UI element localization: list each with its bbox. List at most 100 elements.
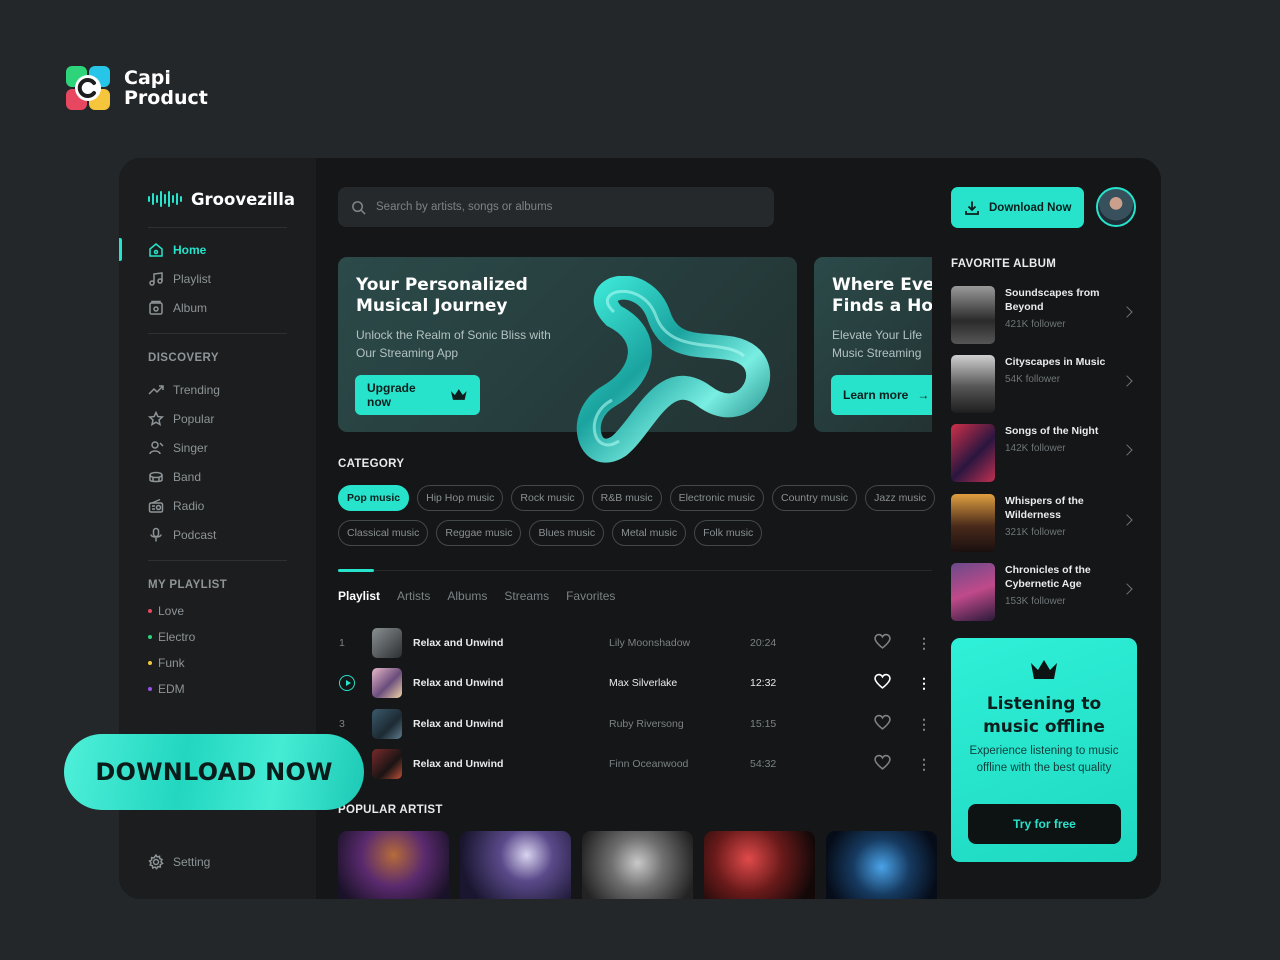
more-vertical-icon[interactable]: ⋮ (917, 717, 931, 731)
chip-folk-music[interactable]: Folk music (694, 520, 763, 546)
sidebar-item-singer[interactable]: Singer (119, 433, 316, 462)
album-cover (951, 563, 995, 621)
search-placeholder: Search by artists, songs or albums (376, 201, 553, 213)
playlist-item-funk[interactable]: Funk (119, 650, 316, 676)
capi-product-brand: Capi Product (66, 66, 208, 110)
playlist-item-love[interactable]: Love (119, 598, 316, 624)
promo-description: Experience listening to music offline wi… (969, 745, 1119, 774)
album-followers: 321K follower (1005, 527, 1066, 538)
playlist-label: Electro (158, 630, 196, 644)
try-for-free-button[interactable]: Try for free (968, 804, 1121, 844)
chip-pop-music[interactable]: Pop music (338, 485, 410, 511)
favorite-album-item[interactable]: Chronicles of the Cybernetic Age 153K fol… (951, 563, 1137, 621)
favorite-album-item[interactable]: Cityscapes in Music 54K follower (951, 355, 1137, 413)
tab-favorites[interactable]: Favorites (566, 589, 615, 603)
sidebar-item-band[interactable]: Band (119, 462, 316, 491)
track-artist: Ruby Riversong (609, 718, 684, 730)
sidebar-item-podcast[interactable]: Podcast (119, 520, 316, 549)
chip-metal-music[interactable]: Metal music (612, 520, 687, 546)
chip-reggae-music[interactable]: Reggae music (436, 520, 522, 546)
tab-albums[interactable]: Albums (447, 589, 487, 603)
heart-icon[interactable] (874, 633, 891, 653)
album-followers: 153K follower (1005, 596, 1066, 607)
chip-country-music[interactable]: Country music (772, 485, 858, 511)
chip-blues-music[interactable]: Blues music (529, 520, 605, 546)
learn-more-banner: Where EverFinds a Hon Elevate Your Life M… (814, 257, 932, 432)
favorite-album-item[interactable]: Soundscapes from Beyond 421K follower (951, 286, 1137, 344)
play-icon[interactable] (339, 675, 355, 691)
album-icon (148, 300, 164, 316)
track-row[interactable]: 1 Relax and Unwind Lily Moonshadow 20:24… (338, 628, 932, 658)
track-thumbnail (372, 749, 402, 779)
banner-desc-line2: Music Streaming (832, 346, 922, 360)
sidebar-item-radio[interactable]: Radio (119, 491, 316, 520)
track-row[interactable]: Relax and Unwind Finn Oceanwood 54:32 ⋮ (338, 749, 932, 779)
popular-artist-title: POPULAR ARTIST (338, 804, 443, 816)
more-vertical-icon[interactable]: ⋮ (917, 636, 931, 650)
home-icon (148, 242, 164, 258)
promo-title-line1: Listening to (986, 694, 1102, 714)
music-note-icon (148, 271, 164, 287)
favorite-album-item[interactable]: Whispers of the Wilderness 321K follower (951, 494, 1137, 552)
track-title: Relax and Unwind (413, 637, 504, 649)
favorite-album-item[interactable]: Songs of the Night 142K follower (951, 424, 1137, 482)
divider (148, 227, 287, 228)
chip-classical-music[interactable]: Classical music (338, 520, 429, 546)
album-name: Songs of the Night (1005, 425, 1099, 437)
gear-icon (148, 854, 164, 870)
download-now-button[interactable]: Download Now (951, 187, 1084, 228)
playlist-item-edm[interactable]: EDM (119, 676, 316, 702)
artist-card[interactable] (826, 831, 937, 899)
album-cover (951, 494, 995, 552)
playlist-dot (148, 661, 152, 665)
heart-icon[interactable] (874, 673, 891, 693)
sidebar-item-trending[interactable]: Trending (119, 375, 316, 404)
artist-card[interactable] (338, 831, 449, 899)
avatar[interactable] (1096, 187, 1136, 227)
chip-rnb-music[interactable]: R&B music (591, 485, 662, 511)
radio-icon (148, 498, 164, 514)
download-now-pill[interactable]: DOWNLOAD NOW (64, 734, 364, 810)
upgrade-now-button[interactable]: Upgrade now (355, 375, 480, 415)
heart-icon[interactable] (874, 714, 891, 734)
star-icon (148, 410, 164, 427)
more-vertical-icon[interactable]: ⋮ (917, 676, 931, 690)
sidebar-item-setting[interactable]: Setting (148, 854, 210, 870)
popular-artists-row (338, 831, 937, 899)
sidebar-item-album[interactable]: Album (119, 293, 316, 322)
artist-card[interactable] (460, 831, 571, 899)
track-artist: Max Silverlake (609, 677, 678, 689)
chip-jazz-music[interactable]: Jazz music (865, 485, 936, 511)
content-tabs: Playlist Artists Albums Streams Favorite… (338, 589, 615, 603)
playlist-item-electro[interactable]: Electro (119, 624, 316, 650)
tab-playlist[interactable]: Playlist (338, 589, 380, 603)
arrow-right-icon: → (917, 388, 930, 402)
chip-rock-music[interactable]: Rock music (511, 485, 584, 511)
banner-desc-line1: Unlock the Realm of Sonic Bliss with (356, 328, 551, 342)
track-duration: 15:15 (750, 718, 777, 730)
banner-desc-line1: Elevate Your Life (832, 328, 923, 342)
more-vertical-icon[interactable]: ⋮ (917, 757, 931, 771)
tabs-divider (338, 570, 932, 571)
sidebar-item-label: Playlist (173, 271, 212, 286)
album-followers: 54K follower (1005, 374, 1061, 385)
upgrade-now-label: Upgrade now (367, 381, 416, 409)
chip-electronic-music[interactable]: Electronic music (669, 485, 765, 511)
brand-line-2: Product (124, 87, 208, 109)
artist-card[interactable] (704, 831, 815, 899)
sidebar-item-playlist[interactable]: Playlist (119, 264, 316, 293)
sidebar-item-popular[interactable]: Popular (119, 404, 316, 433)
track-row-playing[interactable]: Relax and Unwind Max Silverlake 12:32 ⋮ (338, 668, 932, 698)
track-row[interactable]: 3 Relax and Unwind Ruby Riversong 15:15 … (338, 709, 932, 739)
learn-more-button[interactable]: Learn more → (831, 375, 932, 415)
crown-icon (451, 389, 468, 400)
chip-hip-hop-music[interactable]: Hip Hop music (417, 485, 504, 511)
tab-artists[interactable]: Artists (397, 589, 430, 603)
search-input[interactable]: Search by artists, songs or albums (338, 187, 774, 227)
sidebar-item-home[interactable]: Home (119, 235, 316, 264)
sidebar-item-label: Singer (173, 440, 208, 455)
heart-icon[interactable] (874, 754, 891, 774)
artist-card[interactable] (582, 831, 693, 899)
app-logo[interactable]: Groovezilla (119, 186, 316, 212)
tab-streams[interactable]: Streams (504, 589, 549, 603)
